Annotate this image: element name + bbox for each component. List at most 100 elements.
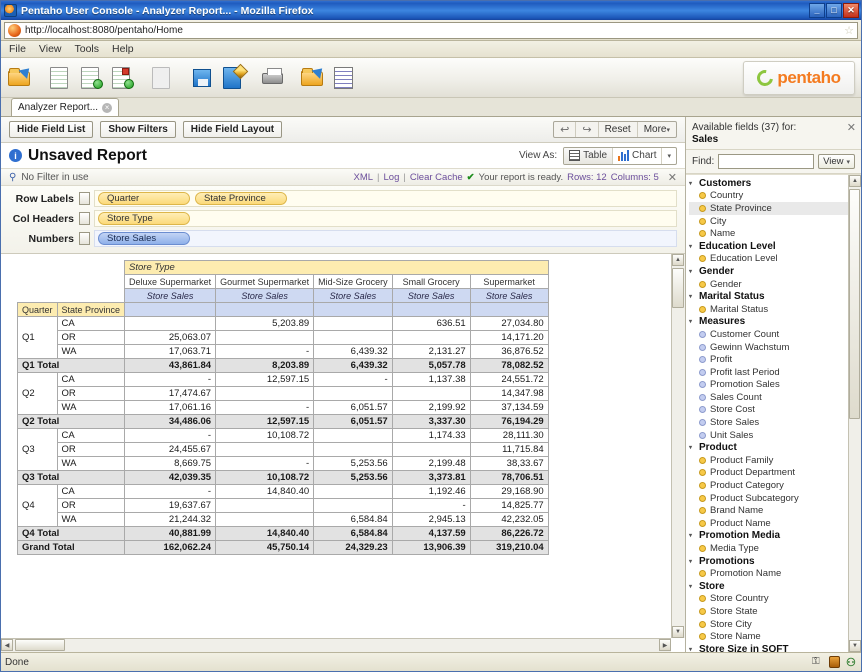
- scroll-right-icon[interactable]: ▶: [659, 639, 671, 651]
- field-group-education-level[interactable]: ▾ Education Level: [689, 240, 848, 253]
- table-cell[interactable]: 636.51: [391, 316, 471, 331]
- publish-icon[interactable]: [300, 63, 327, 91]
- table-cell[interactable]: -: [215, 344, 315, 359]
- table-cell[interactable]: 1,192.46: [391, 484, 471, 499]
- table-cell[interactable]: -: [313, 372, 393, 387]
- field-pill-store-sales[interactable]: Store Sales: [98, 232, 190, 245]
- table-cell[interactable]: 24,329.23: [313, 540, 393, 555]
- table-row[interactable]: OR 17,474.67 14,347.98: [18, 386, 549, 401]
- field-item-marital-status[interactable]: Marital Status: [689, 303, 848, 316]
- table-cell[interactable]: [215, 386, 315, 401]
- table-row[interactable]: WA 8,669.75-5,253.56 2,199.48 38,33.67: [18, 456, 549, 471]
- table-cell[interactable]: 5,253.56: [313, 456, 393, 471]
- undo-icon[interactable]: ↩: [554, 122, 575, 137]
- table-cell[interactable]: -: [124, 484, 217, 499]
- field-item-profit[interactable]: Profit: [689, 353, 848, 366]
- table-cell[interactable]: 43,861.84: [124, 358, 217, 373]
- table-row[interactable]: Q1 Total 43,861.84 8,203.89 6,439.32 5,057.7…: [16, 358, 549, 373]
- table-cell[interactable]: 6,439.32: [313, 344, 393, 359]
- log-link[interactable]: Log: [384, 172, 400, 183]
- scroll-down-icon[interactable]: ▼: [849, 640, 861, 652]
- table-cell[interactable]: 86,226.72: [469, 526, 549, 541]
- grid-vertical-scrollbar[interactable]: ▲ ▼: [671, 254, 685, 638]
- table-cell[interactable]: 12,597.15: [215, 414, 315, 429]
- table-cell[interactable]: [313, 330, 393, 345]
- row-label-state[interactable]: CA: [56, 484, 126, 499]
- table-row[interactable]: Q4 Total 40,881.99 14,840.40 6,584.84 4,137.…: [16, 526, 549, 541]
- menu-view[interactable]: View: [39, 43, 62, 55]
- clear-cache-link[interactable]: Clear Cache: [410, 172, 463, 183]
- field-group-marital-status[interactable]: ▾ Marital Status: [689, 290, 848, 303]
- table-row[interactable]: Grand Total 162,062.24 45,750.14 24,329.23 1…: [16, 540, 549, 555]
- table-cell[interactable]: 19,637.67: [124, 498, 217, 513]
- vertical-scroll-thumb[interactable]: [672, 268, 684, 308]
- table-cell[interactable]: [215, 512, 315, 527]
- field-item-product-family[interactable]: Product Family: [689, 454, 848, 467]
- table-cell[interactable]: 14,171.20: [469, 330, 549, 345]
- print-icon[interactable]: [260, 65, 286, 91]
- table-cell[interactable]: 10,108.72: [215, 428, 315, 443]
- table-cell[interactable]: 1,137.38: [391, 372, 471, 387]
- col-headers-handle[interactable]: [79, 212, 90, 225]
- view-mode-table[interactable]: Table: [564, 147, 613, 164]
- table-cell[interactable]: [391, 330, 471, 345]
- row-label-state[interactable]: OR: [56, 386, 126, 401]
- chevron-down-icon[interactable]: ▾: [689, 318, 696, 325]
- table-cell[interactable]: 3,373.81: [391, 470, 471, 485]
- table-row[interactable]: Q3 CA -10,108.72 1,174.33 28,111.30: [17, 428, 549, 471]
- field-item-education-level[interactable]: Education Level: [689, 253, 848, 266]
- maximize-button[interactable]: □: [826, 3, 842, 18]
- table-cell[interactable]: 6,584.84: [313, 512, 393, 527]
- chevron-down-icon[interactable]: ▾: [689, 558, 696, 565]
- table-cell[interactable]: 34,486.06: [124, 414, 217, 429]
- table-cell[interactable]: 3,337.30: [391, 414, 471, 429]
- chevron-down-icon[interactable]: ▾: [689, 583, 696, 590]
- table-cell[interactable]: 17,061.16: [124, 400, 217, 415]
- menu-file[interactable]: File: [9, 43, 26, 55]
- table-cell[interactable]: 1,174.33: [391, 428, 471, 443]
- field-item-profit-last-period[interactable]: Profit last Period: [689, 366, 848, 379]
- field-item-sales-count[interactable]: Sales Count: [689, 391, 848, 404]
- table-cell[interactable]: 25,063.07: [124, 330, 217, 345]
- row-label-quarter[interactable]: Q1: [17, 316, 58, 359]
- table-cell[interactable]: 12,597.15: [215, 372, 315, 387]
- table-cell[interactable]: 2,199.92: [391, 400, 471, 415]
- table-cell[interactable]: 13,906.39: [391, 540, 471, 555]
- table-cell[interactable]: [391, 442, 471, 457]
- open-folder-icon[interactable]: [7, 63, 34, 91]
- row-labels-tray[interactable]: Quarter State Province: [94, 190, 677, 207]
- field-group-gender[interactable]: ▾ Gender: [689, 265, 848, 278]
- chevron-down-icon[interactable]: ▾: [689, 532, 696, 539]
- table-row[interactable]: OR 25,063.07 14,171.20: [18, 330, 549, 345]
- table-row[interactable]: WA 21,244.32 6,584.84 2,945.13 42,232.05: [18, 512, 549, 527]
- table-cell[interactable]: [313, 316, 393, 331]
- field-item-store-sales[interactable]: Store Sales: [689, 416, 848, 429]
- table-cell[interactable]: 27,034.80: [469, 316, 549, 331]
- row-label-quarter[interactable]: Q3: [17, 428, 58, 471]
- table-cell[interactable]: 28,111.30: [469, 428, 549, 443]
- table-cell[interactable]: -: [215, 400, 315, 415]
- new-report-icon[interactable]: [78, 65, 104, 91]
- chevron-down-icon[interactable]: ▾: [689, 646, 696, 652]
- row-label-state[interactable]: WA: [56, 344, 126, 359]
- field-group-promotions[interactable]: ▾ Promotions: [689, 555, 848, 568]
- table-cell[interactable]: 2,199.48: [391, 456, 471, 471]
- table-cell[interactable]: 14,825.77: [469, 498, 549, 513]
- table-cell[interactable]: 162,062.24: [124, 540, 217, 555]
- view-options-button[interactable]: ▾: [661, 147, 676, 164]
- reset-button[interactable]: Reset: [597, 122, 637, 137]
- table-cell[interactable]: 14,840.40: [215, 526, 315, 541]
- numbers-tray[interactable]: Store Sales: [94, 230, 677, 247]
- row-dimension-quarter[interactable]: Quarter: [17, 302, 58, 317]
- row-label-state[interactable]: CA: [56, 372, 126, 387]
- chevron-down-icon[interactable]: ▾: [689, 444, 696, 451]
- field-group-promotion-media[interactable]: ▾ Promotion Media: [689, 530, 848, 543]
- field-item-brand-name[interactable]: Brand Name: [689, 504, 848, 517]
- field-item-store-cost[interactable]: Store Cost: [689, 404, 848, 417]
- field-group-product[interactable]: ▾ Product: [689, 441, 848, 454]
- grid-horizontal-scrollbar[interactable]: ◀ ▶: [1, 638, 671, 652]
- table-cell[interactable]: 8,203.89: [215, 358, 315, 373]
- row-labels-handle[interactable]: [79, 192, 90, 205]
- field-item-store-state[interactable]: Store State: [689, 605, 848, 618]
- table-cell[interactable]: -: [215, 456, 315, 471]
